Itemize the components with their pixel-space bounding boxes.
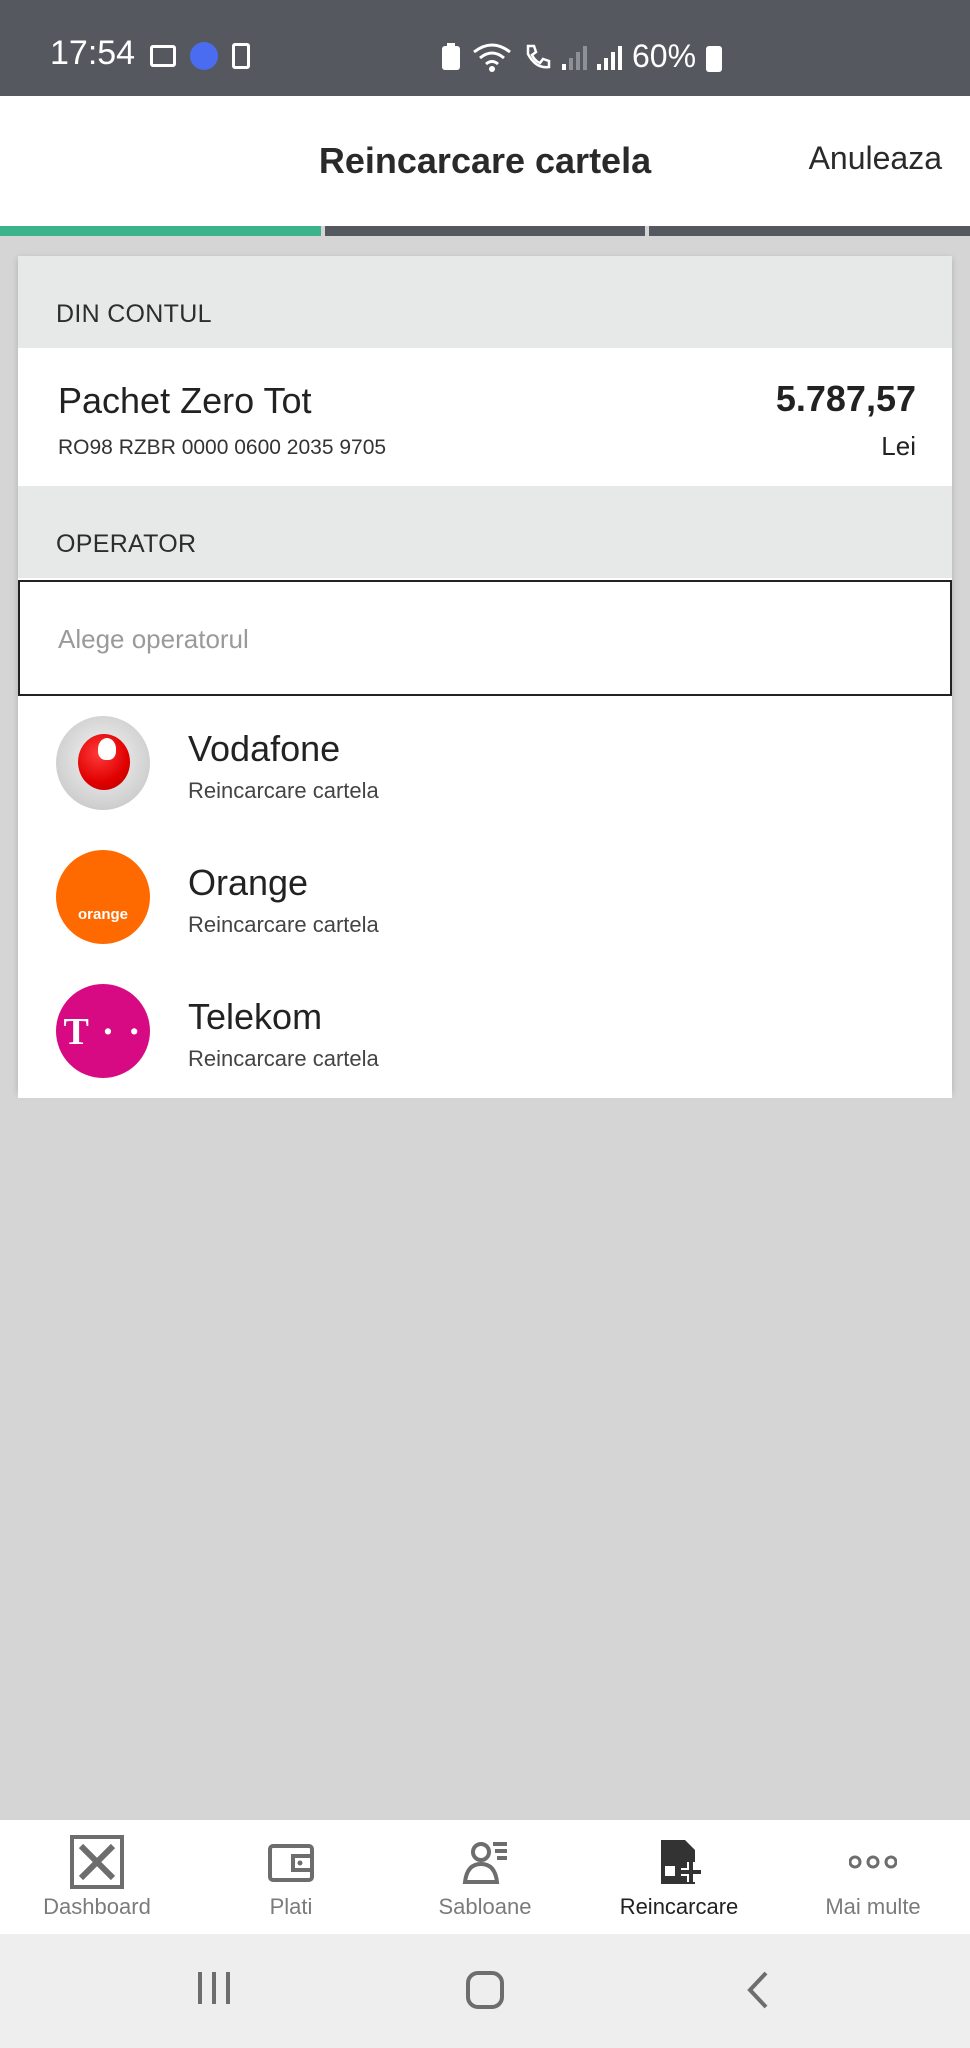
signal-1-icon xyxy=(562,44,587,70)
step-2 xyxy=(324,226,646,236)
app-header: Reincarcare cartela Anuleaza xyxy=(0,96,970,226)
progress-steps xyxy=(0,226,970,236)
nav-label: Plati xyxy=(269,1894,313,1919)
gallery-notification-icon xyxy=(150,45,176,67)
recent-apps-icon[interactable] xyxy=(196,1970,232,2011)
vodafone-logo xyxy=(56,716,150,810)
battery-icon xyxy=(706,45,723,72)
account-balance: 5.787,57 xyxy=(775,378,916,419)
status-bar: 17:54 60% xyxy=(0,0,970,96)
orange-logo: orange xyxy=(56,850,150,944)
system-navigation-bar xyxy=(0,1934,970,2048)
orange-logo-text: orange xyxy=(77,906,128,923)
sim-add-icon xyxy=(655,1838,703,1886)
status-time: 17:54 xyxy=(50,34,136,72)
nav-plati[interactable]: Plati xyxy=(194,1820,388,1934)
nav-dashboard[interactable]: Dashboard xyxy=(0,1820,194,1934)
wifi-icon xyxy=(473,43,511,72)
wifi-call-icon xyxy=(526,44,551,68)
app-notification-icon xyxy=(190,42,218,70)
step-1 xyxy=(0,226,321,236)
operator-item-telekom[interactable]: T · · Telekom Reincarcare cartela xyxy=(18,964,952,1098)
operator-subtitle: Reincarcare cartela xyxy=(188,778,379,803)
screenshot-notification-icon xyxy=(232,43,250,69)
nav-label: Dashboard xyxy=(43,1894,151,1919)
account-currency: Lei xyxy=(881,431,916,461)
operator-name: Telekom xyxy=(188,996,323,1037)
back-icon[interactable] xyxy=(742,1970,772,2015)
nav-reincarcare[interactable]: Reincarcare xyxy=(582,1820,776,1934)
account-iban: RO98 RZBR 0000 0600 2035 9705 xyxy=(58,436,387,459)
bottom-navigation: Dashboard Plati Sabloane Reincarcare Mai… xyxy=(0,1820,970,1934)
operator-name: Orange xyxy=(188,862,309,903)
dashboard-icon xyxy=(70,1835,124,1889)
battery-percent: 60% xyxy=(632,38,697,74)
nav-label: Mai multe xyxy=(825,1894,921,1919)
recharge-card: DIN CONTUL Pachet Zero Tot RO98 RZBR 000… xyxy=(18,256,952,1098)
nav-mai-multe[interactable]: Mai multe xyxy=(776,1820,970,1934)
account-section-header: DIN CONTUL xyxy=(18,256,952,348)
telekom-logo: T · · xyxy=(56,984,150,1078)
nav-label: Reincarcare xyxy=(619,1894,739,1919)
home-icon[interactable] xyxy=(465,1970,505,2015)
signal-2-icon xyxy=(597,44,622,70)
account-name: Pachet Zero Tot xyxy=(58,380,312,421)
cancel-button[interactable]: Anuleaza xyxy=(809,140,942,177)
operator-subtitle: Reincarcare cartela xyxy=(188,1046,379,1071)
operator-section-header: OPERATOR xyxy=(18,486,952,578)
nav-sabloane[interactable]: Sabloane xyxy=(388,1820,582,1934)
operator-select-placeholder: Alege operatorul xyxy=(58,624,249,654)
nav-label: Sabloane xyxy=(438,1894,532,1919)
operator-item-orange[interactable]: orange Orange Reincarcare cartela xyxy=(18,830,952,966)
operator-subtitle: Reincarcare cartela xyxy=(188,912,379,937)
account-section-heading: DIN CONTUL xyxy=(56,300,212,328)
templates-icon xyxy=(461,1838,509,1886)
operator-item-vodafone[interactable]: Vodafone Reincarcare cartela xyxy=(18,696,952,832)
telekom-logo-text: T · · xyxy=(63,1011,143,1053)
operator-section-heading: OPERATOR xyxy=(56,530,197,558)
wallet-icon xyxy=(267,1838,315,1886)
operator-select-input[interactable]: Alege operatorul xyxy=(18,580,952,696)
more-icon xyxy=(848,1838,898,1886)
operator-name: Vodafone xyxy=(188,728,341,769)
battery-saver-icon xyxy=(442,42,460,70)
step-3 xyxy=(649,226,970,236)
